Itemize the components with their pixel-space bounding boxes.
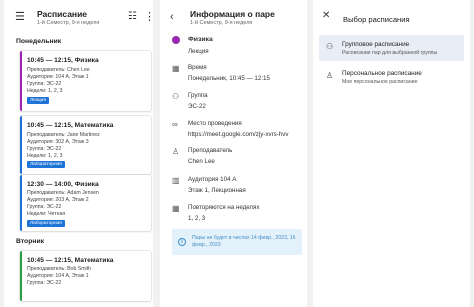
lesson-color-bar [20,116,22,174]
lesson-teacher: Преподаватель: Adam Jensen [27,190,99,196]
subject-color-dot [172,36,180,44]
weeks-label: Повторяются на неделях [188,204,260,211]
lesson-color-bar [20,175,22,231]
lesson-card[interactable]: 10:45 — 12:15, Математика Преподаватель:… [20,251,151,301]
choose-screen: ✕ Выбор расписания ⚇ Групповое расписани… [313,0,470,307]
details-title: Информация о паре [190,9,275,19]
lesson-type-badge: Лабораторная [27,220,65,227]
calendar-icon: ▦ [172,64,180,73]
lesson-teacher: Преподаватель: Jane Martinez [27,132,100,138]
lesson-group: Группа: ЭС-22 [27,280,62,286]
more-vert-icon[interactable]: ⋮ [144,12,153,23]
info-icon: i [178,238,186,246]
teacher-label: Преподаватель [188,147,233,154]
schedule-app-bar: ☰ Расписание 1-й Семестр, 9-я неделя ☷ ⋮ [4,0,153,34]
lesson-group: Группа: ЭС-22 [27,81,62,87]
lesson-weeks: Недели: 1, 2, 3 [27,153,63,159]
schedule-title: Расписание [37,9,88,19]
option-group-schedule[interactable]: ⚇ Групповое расписание Расписание пар дл… [319,35,464,61]
lesson-color-bar [20,251,22,301]
schedule-subtitle: 1-й Семестр, 9-я неделя [37,20,100,26]
option-title: Групповое расписание [342,41,410,48]
calendar-repeat-icon: ▦ [172,204,180,213]
lesson-time: 10:45 — 12:15, Математика [27,257,114,264]
option-personal-schedule[interactable]: ♙ Персональное расписание Мое персональн… [319,64,464,90]
time-label: Время [188,64,207,71]
close-icon[interactable]: ✕ [322,11,330,21]
lesson-time: 12:30 — 14:00, Физика [27,181,99,188]
lesson-time: 10:45 — 12:15, Физика [27,57,99,64]
choose-app-bar: ✕ Выбор расписания [313,0,470,34]
list-icon[interactable]: ☷ [128,12,137,22]
option-subtitle: Расписание пар для выбранной группы [342,50,438,56]
details-screen: ‹ Информация о паре 1-й Семестр, 9-я нед… [160,0,307,307]
link-icon: ∞ [172,120,178,129]
room-label: Аудитория 104 А [188,176,237,183]
subject-name: Физика [188,36,213,43]
lesson-time: 10:45 — 12:15, Математика [27,122,114,129]
weeks-value: 1, 2, 3 [188,215,206,222]
lesson-room: Аудитория: 104 А, Этаж 1 [27,273,89,279]
lesson-type-badge: Лекция [27,97,49,104]
lesson-teacher: Преподаватель: Bob Smith [27,266,92,272]
person-icon: ♙ [172,147,180,156]
info-text: Пары не будет в числах 14 февр., 2023, 1… [192,235,296,248]
lesson-card[interactable]: 10:45 — 12:15, Физика Преподаватель: Che… [20,51,151,111]
place-label: Место проведения [188,120,242,127]
teacher-value[interactable]: Chen Lee [188,158,215,165]
lesson-color-bar [20,51,22,111]
lesson-weeks: Недели: 1, 2, 3 [27,88,63,94]
room-value: Этаж 1, Лекционная [188,187,246,194]
lesson-type: Лекция [188,48,209,55]
time-value: Понедельник, 10:45 — 12:15 [188,75,270,82]
group-icon: ⚇ [326,42,334,51]
schedule-screen: ☰ Расписание 1-й Семестр, 9-я неделя ☷ ⋮… [4,0,153,307]
group-label: Группа [188,92,208,99]
lesson-type-badge: Лабораторная [27,161,65,168]
lesson-group: Группа: ЭС-22 [27,204,62,210]
details-app-bar: ‹ Информация о паре 1-й Семестр, 9-я нед… [160,0,307,34]
group-value: ЭС-22 [188,103,206,110]
day-header-monday: Понедельник [16,38,62,45]
lesson-group: Группа: ЭС-22 [27,146,62,152]
details-subtitle: 1-й Семестр, 9-я неделя [190,20,253,26]
option-subtitle: Мое персональное расписание [342,79,418,85]
lesson-room: Аудитория: 104 А, Этаж 1 [27,74,89,80]
choose-title: Выбор расписания [343,15,410,24]
lesson-card[interactable]: 10:45 — 12:15, Математика Преподаватель:… [20,116,151,174]
lesson-teacher: Преподаватель: Chen Lee [27,67,90,73]
info-banner: i Пары не будет в числах 14 февр., 2023,… [172,229,302,255]
option-title: Персональное расписание [342,70,422,77]
lesson-room: Аудитория: 203 А, Этаж 2 [27,197,89,203]
group-icon: ⚇ [172,92,180,101]
lesson-card[interactable]: 12:30 — 14:00, Физика Преподаватель: Ada… [20,175,151,231]
day-header-tuesday: Вторник [16,238,45,245]
back-arrow-icon[interactable]: ‹ [170,12,174,23]
lesson-weeks: Недели: Четная [27,211,66,217]
menu-icon[interactable]: ☰ [15,12,25,23]
place-link[interactable]: https://meet.google.com/zjy-xvrs-hvv [188,131,288,138]
lesson-room: Аудитория: 302 А, Этаж 3 [27,139,89,145]
person-icon: ♙ [326,71,334,80]
building-icon: ▥ [172,176,180,185]
